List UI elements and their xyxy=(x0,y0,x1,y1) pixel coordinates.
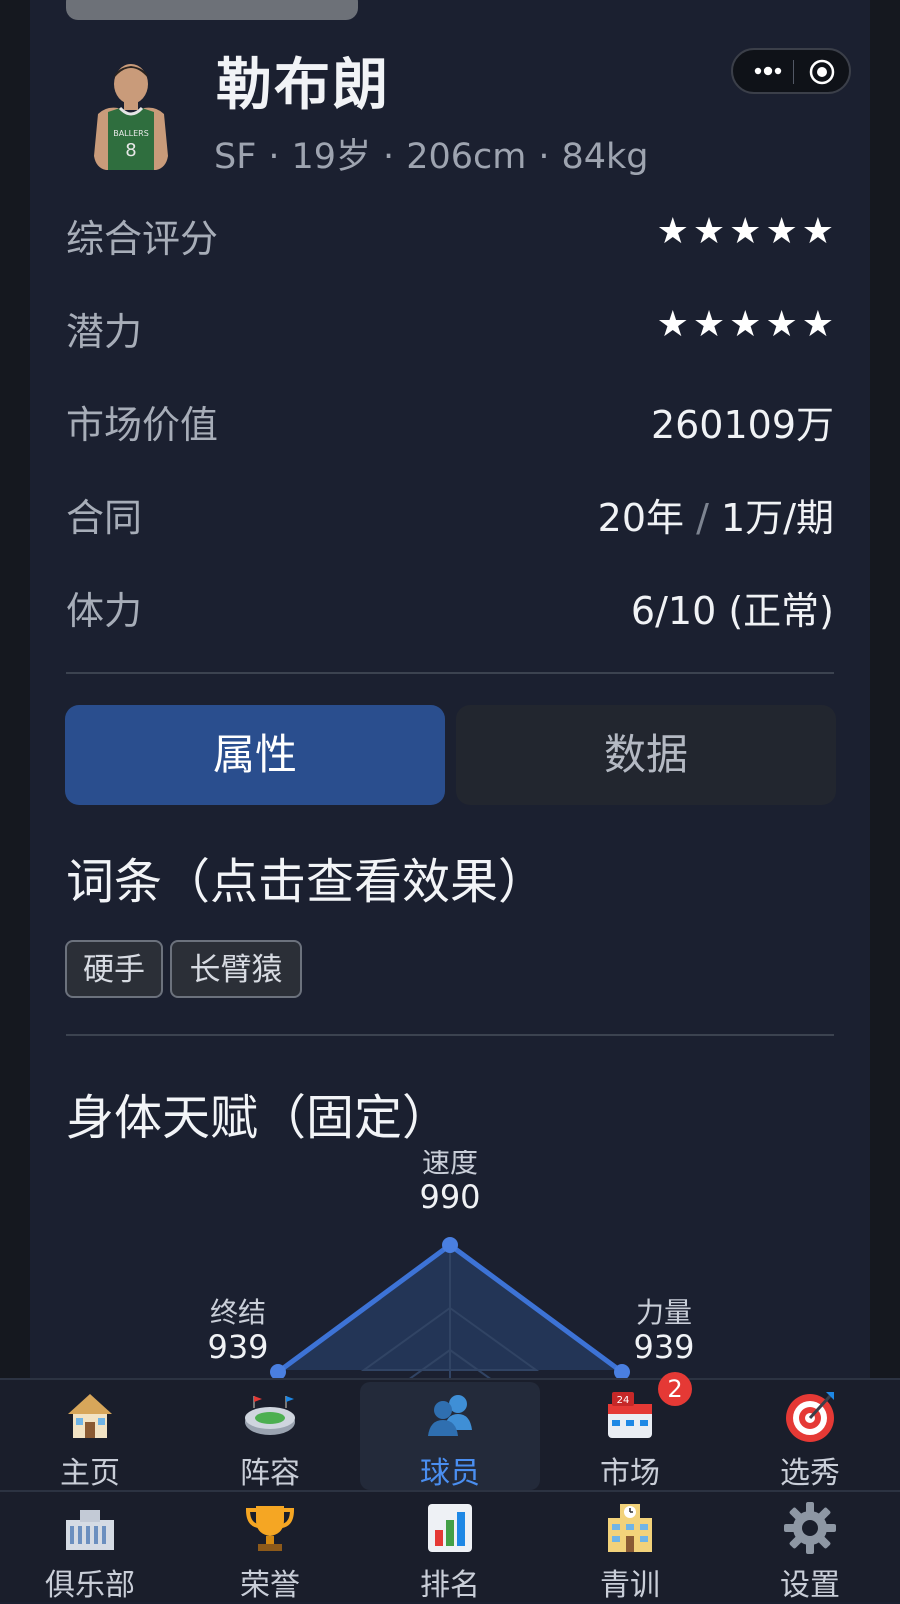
market-value-label: 市场价值 xyxy=(66,403,219,447)
nav-honors[interactable]: 荣誉 xyxy=(180,1494,360,1603)
svg-text:24: 24 xyxy=(617,1395,630,1406)
nav-home-label: 主页 xyxy=(60,1456,120,1491)
star-icon: ★ xyxy=(765,211,798,252)
star-icon: ★ xyxy=(692,211,726,252)
contract-years: 20年 xyxy=(597,496,685,540)
player-height: 206cm xyxy=(406,137,527,177)
contract-value: 20年 / 1万/期 xyxy=(598,487,834,542)
nav-market[interactable]: 24 2 市场 xyxy=(540,1372,720,1491)
star-icon: ★ xyxy=(656,304,689,345)
svg-text:BALLERS: BALLERS xyxy=(113,129,149,138)
svg-text:8: 8 xyxy=(125,140,136,161)
drag-handle[interactable] xyxy=(66,0,358,20)
potential-row: 潜力 ★ ★ ★ ★ ★ xyxy=(66,295,834,355)
player-position: SF xyxy=(214,137,257,177)
overall-rating-stars: ★ ★ ★ ★ ★ xyxy=(657,202,834,262)
market-icon: 24 xyxy=(608,1392,652,1438)
nav-lineup[interactable]: 阵容 xyxy=(180,1382,360,1491)
market-value: 260109万 xyxy=(650,403,834,447)
radar-point-speed xyxy=(442,1237,458,1253)
nav-lineup-label: 阵容 xyxy=(240,1456,300,1491)
market-value-row: 市场价值 260109万 xyxy=(66,388,834,448)
player-name: 勒布朗 xyxy=(216,53,390,118)
nav-draft-label: 选秀 xyxy=(780,1456,840,1491)
separator-dot: · xyxy=(383,137,395,177)
target-icon xyxy=(786,1392,834,1442)
physical-radar-chart: 速度 990 终结 939 力量 939 xyxy=(207,1150,695,1380)
star-icon: ★ xyxy=(729,211,762,252)
star-icon: ★ xyxy=(656,211,689,252)
tab-data[interactable]: 数据 xyxy=(456,705,836,805)
star-icon: ★ xyxy=(765,304,798,345)
separator-dot: · xyxy=(268,137,280,177)
more-icon[interactable] xyxy=(751,60,785,82)
miniprogram-capsule xyxy=(731,48,851,94)
speed-label: 速度 xyxy=(422,1150,478,1179)
trophy-icon xyxy=(245,1506,295,1551)
stadium-icon xyxy=(245,1396,295,1435)
nav-settings-label: 设置 xyxy=(780,1568,840,1603)
house-icon xyxy=(68,1394,112,1438)
stamina-value: 6/10 (正常) xyxy=(630,589,834,633)
speed-value: 990 xyxy=(419,1178,480,1216)
traits-title: 词条（点击查看效果） xyxy=(66,854,547,910)
star-icon: ★ xyxy=(801,304,834,345)
potential-label: 潜力 xyxy=(66,310,143,354)
nav-honors-label: 荣誉 xyxy=(240,1568,300,1603)
star-icon: ★ xyxy=(692,304,726,345)
tab-attributes[interactable]: 属性 xyxy=(65,705,445,805)
contract-label: 合同 xyxy=(66,496,143,540)
nav-youth[interactable]: 青训 xyxy=(540,1494,720,1603)
overall-rating-row: 综合评分 ★ ★ ★ ★ ★ xyxy=(66,202,834,262)
gear-icon xyxy=(784,1502,836,1554)
player-age: 19岁 xyxy=(291,137,372,177)
nav-ranking[interactable]: 排名 xyxy=(360,1494,540,1603)
strength-label: 力量 xyxy=(636,1296,692,1329)
trait-chip[interactable]: 长臂猿 xyxy=(170,940,302,998)
player-meta: SF · 19岁 · 206cm · 84kg xyxy=(214,128,649,179)
stamina-label: 体力 xyxy=(66,589,143,633)
market-badge: 2 xyxy=(658,1372,692,1406)
potential-stars: ★ ★ ★ ★ ★ xyxy=(657,295,834,355)
nav-settings[interactable]: 设置 xyxy=(720,1494,900,1603)
stamina-row: 体力 6/10 (正常) xyxy=(66,574,834,634)
nav-players-label: 球员 xyxy=(420,1456,480,1491)
overall-rating-label: 综合评分 xyxy=(66,217,219,261)
contract-row: 合同 20年 / 1万/期 xyxy=(66,481,834,541)
nav-players[interactable]: 球员 xyxy=(360,1382,540,1491)
finish-value: 939 xyxy=(207,1328,268,1366)
capsule-divider xyxy=(793,60,794,84)
bar-chart-icon xyxy=(428,1504,472,1552)
trait-chip[interactable]: 硬手 xyxy=(65,940,163,998)
players-icon xyxy=(428,1395,472,1436)
strength-value: 939 xyxy=(633,1328,694,1366)
right-gutter xyxy=(870,0,900,1600)
close-miniprogram-icon[interactable] xyxy=(809,59,835,85)
nav-youth-label: 青训 xyxy=(600,1568,660,1603)
nav-home[interactable]: 主页 xyxy=(0,1382,180,1491)
physical-title: 身体天赋（固定） xyxy=(66,1090,451,1146)
bottom-navigation: 主页 阵容 球员 24 2 市场 选秀 俱乐部 荣誉 排名 青训 设置 xyxy=(0,1372,900,1603)
player-weight: 84kg xyxy=(561,137,649,177)
contract-slash: / xyxy=(696,496,709,540)
player-avatar: BALLERS 8 xyxy=(94,64,168,170)
nav-club[interactable]: 俱乐部 xyxy=(0,1494,180,1603)
nav-draft[interactable]: 选秀 xyxy=(720,1382,900,1491)
club-building-icon xyxy=(66,1510,114,1550)
contract-pay: 1万/期 xyxy=(721,496,834,540)
school-icon xyxy=(608,1504,652,1552)
separator-dot: · xyxy=(538,137,550,177)
left-gutter xyxy=(0,0,30,1600)
divider xyxy=(66,1034,834,1036)
nav-ranking-label: 排名 xyxy=(420,1568,480,1603)
nav-market-label: 市场 xyxy=(600,1456,660,1491)
divider xyxy=(66,672,834,674)
nav-club-label: 俱乐部 xyxy=(45,1568,135,1603)
star-icon: ★ xyxy=(729,304,762,345)
finish-label: 终结 xyxy=(210,1296,266,1329)
player-detail-page: BALLERS 8 勒布朗 SF · 19岁 · 206cm · 84kg 综合评分 ★ ★ ★… xyxy=(30,0,870,1380)
star-icon: ★ xyxy=(801,211,834,252)
